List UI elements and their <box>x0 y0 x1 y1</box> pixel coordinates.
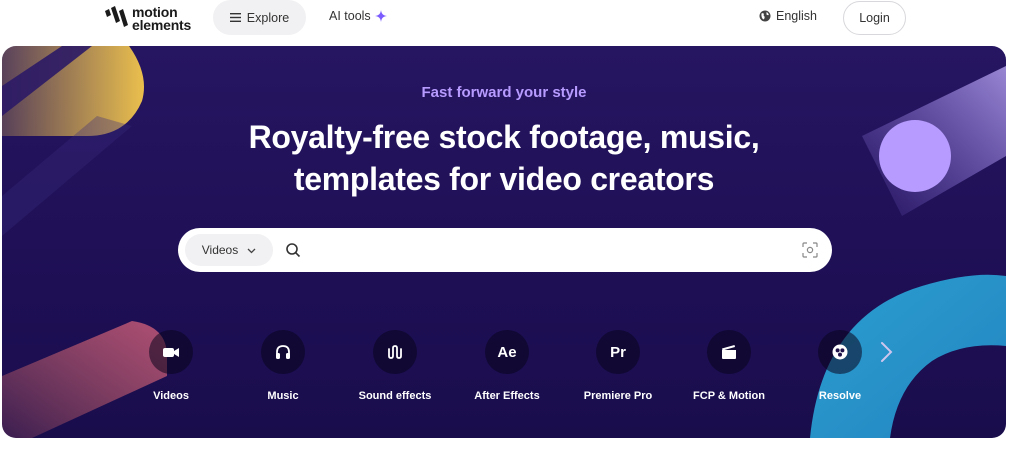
logo-wordmark: motion elements <box>132 5 192 33</box>
search-category-value: Videos <box>201 243 239 257</box>
after-effects-icon: Ae <box>485 330 529 374</box>
carousel-next-icon[interactable] <box>874 339 898 365</box>
hero-eyebrow: Fast forward your style <box>421 84 587 101</box>
resolve-icon <box>832 344 848 360</box>
category-label: Music <box>267 390 299 402</box>
category-icon-circle <box>261 330 305 374</box>
category-carousel: Videos Music Sound effects Ae After Effe… <box>126 330 926 410</box>
category-label: Premiere Pro <box>583 390 653 402</box>
hero-headline-line-1: Royalty-free stock footage, music, <box>248 119 760 155</box>
ai-tools-link[interactable]: AI tools <box>329 9 387 23</box>
login-button[interactable]: Login <box>843 1 906 35</box>
explore-button[interactable]: Explore <box>213 0 306 35</box>
category-label: After Effects <box>474 390 540 402</box>
language-label: English <box>776 9 817 23</box>
logo-mark-icon <box>105 6 128 27</box>
visual-search-icon[interactable] <box>802 242 818 258</box>
search-category-dropdown[interactable]: Videos <box>185 234 273 266</box>
search-bar: Videos <box>178 228 832 272</box>
category-label: Videos <box>153 390 189 402</box>
hero-headline: Royalty-free stock footage, music, templ… <box>2 116 1006 200</box>
category-icon-circle <box>149 330 193 374</box>
category-icon-circle <box>818 330 862 374</box>
hamburger-menu-icon <box>229 13 241 22</box>
category-icon-circle <box>373 330 417 374</box>
category-videos[interactable]: Videos <box>126 330 216 410</box>
category-icon-circle <box>707 330 751 374</box>
headphones-icon <box>276 345 290 359</box>
language-selector[interactable]: English <box>759 9 817 23</box>
logo-line-2: elements <box>132 17 192 33</box>
video-camera-icon <box>163 348 179 357</box>
premiere-pro-icon: Pr <box>596 330 640 374</box>
search-icon[interactable] <box>285 242 301 258</box>
category-after-effects[interactable]: Ae After Effects <box>462 330 552 410</box>
hero-banner: Fast forward your style Royalty-free sto… <box>2 46 1006 438</box>
category-premiere-pro[interactable]: Pr Premiere Pro <box>573 330 663 410</box>
chevron-down-icon <box>247 248 256 253</box>
top-navigation: motion elements Explore AI tools English… <box>0 0 1024 40</box>
hero-headline-line-2: templates for video creators <box>293 161 715 197</box>
globe-icon <box>759 10 771 22</box>
category-label: Resolve <box>818 390 862 402</box>
category-label: FCP & Motion <box>693 390 765 402</box>
search-input[interactable] <box>309 230 802 270</box>
sound-wave-icon <box>388 345 402 359</box>
category-fcp-motion[interactable]: FCP & Motion <box>684 330 774 410</box>
clapperboard-icon <box>722 345 736 359</box>
sparkle-icon <box>374 10 387 22</box>
category-label: Sound effects <box>358 390 432 402</box>
category-music[interactable]: Music <box>238 330 328 410</box>
explore-label: Explore <box>246 10 290 25</box>
motion-elements-logo[interactable]: motion elements <box>102 3 202 35</box>
category-resolve[interactable]: Resolve <box>795 330 885 410</box>
category-sound-effects[interactable]: Sound effects <box>350 330 440 410</box>
ai-tools-label: AI tools <box>329 9 371 23</box>
